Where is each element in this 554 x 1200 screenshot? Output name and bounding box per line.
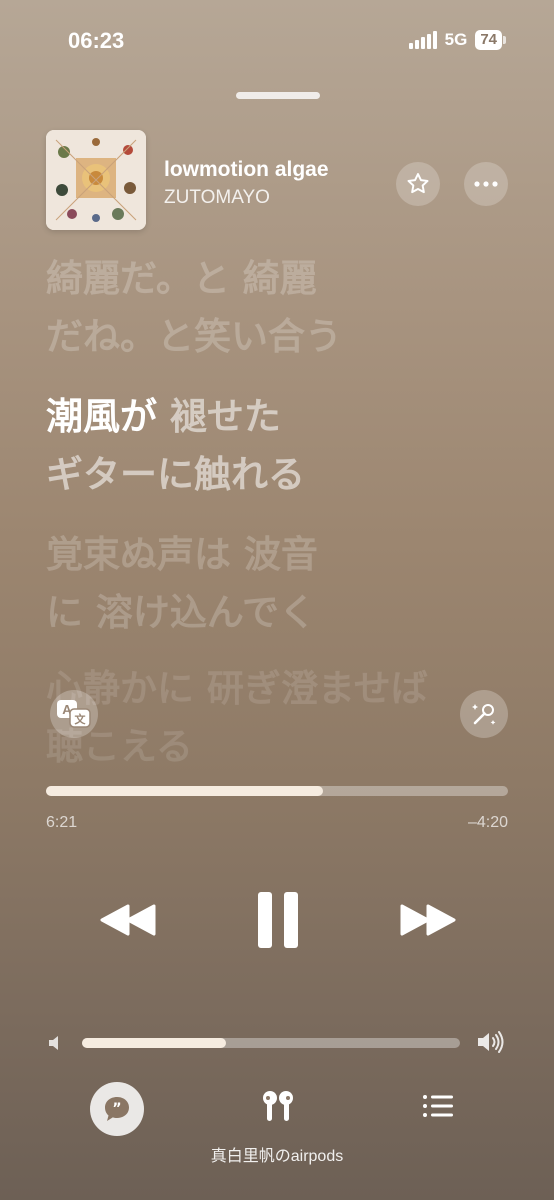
more-options-button[interactable] (464, 162, 508, 206)
network-type: 5G (444, 30, 468, 49)
rewind-icon (100, 904, 156, 936)
favorite-button[interactable] (396, 162, 440, 206)
lyric-line-after[interactable]: 心静かに 研ぎ澄ませば 聴こえる (46, 660, 516, 776)
remaining-time: –4:20 (467, 814, 508, 831)
svg-text:”: ” (112, 1101, 121, 1117)
song-title[interactable]: lowmotion algae (164, 158, 329, 182)
fast-forward-icon (400, 904, 456, 936)
battery-icon: 74 (475, 30, 506, 50)
lyrics-view[interactable]: 綺麗だ。と 綺麗 だね。と笑い合う 潮風が 褪せた ギターに触れる 覚束ぬ声は … (46, 250, 516, 776)
playback-scrubber[interactable] (46, 786, 508, 796)
lyrics-toggle-button[interactable]: ” (90, 1082, 144, 1136)
airplay-button[interactable] (255, 1086, 301, 1126)
album-artwork[interactable] (46, 130, 146, 230)
sing-button[interactable] (460, 690, 508, 738)
volume-slider[interactable] (82, 1038, 460, 1048)
next-track-button[interactable] (396, 896, 460, 944)
previous-track-button[interactable] (96, 896, 160, 944)
song-artist[interactable]: ZUTOMAYO (164, 187, 270, 209)
playback-progress-fill (46, 786, 324, 796)
play-pause-button[interactable] (248, 888, 308, 952)
star-icon (407, 173, 429, 194)
sheet-grabber[interactable] (236, 92, 320, 99)
lyric-line-previous[interactable]: 綺麗だ。と 綺麗 だね。と笑い合う (46, 250, 516, 366)
elapsed-time: 6:21 (46, 814, 78, 831)
lyric-line-next[interactable]: 覚束ぬ声は 波音 に 溶け込んでく (46, 526, 516, 642)
microphone-sparkle-icon (472, 704, 496, 725)
translate-button[interactable]: A 文 (50, 690, 98, 738)
lyric-sung-part: 潮風が (46, 395, 170, 438)
ellipsis-icon (474, 181, 498, 187)
quote-bubble-icon: ” (105, 1097, 129, 1121)
svg-text:文: 文 (75, 712, 87, 726)
output-device-label[interactable]: 真白里帆のairpods (0, 1142, 554, 1166)
translate-icon: A 文 (57, 700, 91, 728)
volume-low-icon (46, 1034, 64, 1057)
status-time: 06:23 (68, 28, 125, 53)
airpods-icon (263, 1091, 293, 1121)
lyric-line-current[interactable]: 潮風が 褪せた ギターに触れる (46, 388, 516, 504)
status-indicators: 5G 74 (408, 30, 506, 50)
battery-level: 74 (475, 30, 502, 50)
cellular-signal-icon (408, 31, 437, 49)
status-bar: 06:23 5G 74 (0, 28, 554, 56)
volume-high-icon (476, 1030, 506, 1059)
queue-button[interactable] (418, 1088, 458, 1124)
pause-icon (258, 892, 298, 948)
volume-level-fill (82, 1038, 226, 1048)
list-icon (423, 1095, 453, 1117)
